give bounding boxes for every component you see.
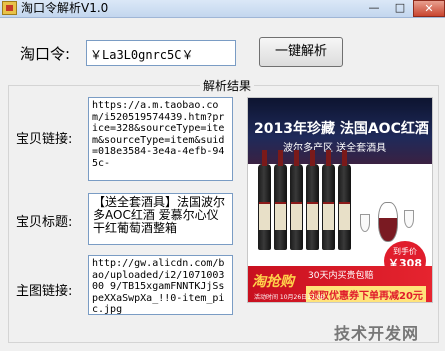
taokou-input[interactable]: ￥La3L0gnrc5C￥ xyxy=(86,40,236,66)
item-title-label: 宝贝标题: xyxy=(16,215,73,230)
product-image: 2013年珍藏 法国AOC红酒 波尔多产区 送全套酒具 到手价 ￥308元 淘抢… xyxy=(247,97,433,303)
item-link-field[interactable]: https://a.m.taobao.com/i520519574439.htm… xyxy=(88,97,233,181)
wine-bottle xyxy=(258,150,271,250)
window-title: 淘口令解析V1.0 xyxy=(21,1,109,15)
taokou-label: 淘口令: xyxy=(20,45,71,63)
wine-bottle xyxy=(322,150,335,250)
image-link-field[interactable]: http://gw.alicdn.com/bao/uploaded/i2/107… xyxy=(88,255,233,315)
promo-date: 活动时间 10月26日17:00 xyxy=(254,294,325,301)
wine-bottle xyxy=(290,150,303,250)
promo-logo: 淘抢购 xyxy=(252,274,294,290)
title-bar: 淘口令解析V1.0 — □ ✕ xyxy=(0,0,445,18)
decanter xyxy=(378,202,398,242)
wine-glass xyxy=(404,210,414,228)
watermark: 技术开发网 xyxy=(334,324,420,343)
product-banner: 2013年珍藏 法国AOC红酒 波尔多产区 送全套酒具 xyxy=(248,98,432,164)
minimize-button[interactable]: — xyxy=(361,0,387,17)
wine-bottle xyxy=(306,150,319,250)
parse-button[interactable]: 一键解析 xyxy=(259,37,343,67)
price-badge-label: 到手价 xyxy=(393,247,417,256)
wine-bottle xyxy=(274,150,287,250)
wine-glass xyxy=(360,214,370,232)
app-icon xyxy=(2,1,17,15)
results-group-title: 解析结果 xyxy=(200,77,255,94)
promo-strip: 淘抢购 30天内买贵包赔 领取优惠券下单再减20元 活动时间 10月26日17:… xyxy=(248,266,432,302)
wine-bottle xyxy=(338,150,351,250)
item-link-label: 宝贝链接: xyxy=(16,132,73,147)
image-link-label: 主图链接: xyxy=(16,284,73,299)
promo-guarantee: 30天内买贵包赔 xyxy=(308,271,374,281)
maximize-button[interactable]: □ xyxy=(387,0,413,17)
item-title-field[interactable]: 【送全套酒具】法国波尔多AOC红酒 爱慕尔心仪干红葡萄酒整箱 xyxy=(88,193,233,245)
close-button[interactable]: ✕ xyxy=(413,0,445,17)
product-headline: 2013年珍藏 法国AOC红酒 xyxy=(254,121,429,137)
